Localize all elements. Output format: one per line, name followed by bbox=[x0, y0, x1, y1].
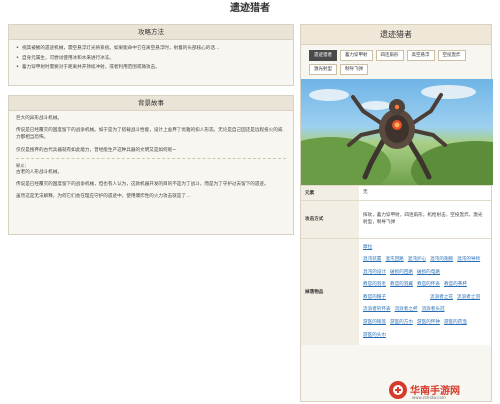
element-label: 元素 bbox=[301, 185, 359, 200]
story-paragraph: 巨大的异形战斗机械。 bbox=[16, 116, 62, 121]
drop-link[interactable]: 流浪者之羽 bbox=[457, 292, 480, 305]
strategy-item: 蓄力穿甲射时需要对于距离并开持续冲射，或者利用范围或微攻击。 bbox=[16, 63, 286, 73]
story-panel: 背景故事 巨大的异形战斗机械。 传说是已经覆灭的国度留下的战争机械。如于是为了搭… bbox=[8, 95, 294, 235]
drop-link[interactable]: 游医的头巾 bbox=[363, 330, 386, 343]
story-paragraph: 仅仅是搜弃的古代兵器就有如此能力，曾经能生产这种兵器的文明又是如何呢~ bbox=[16, 147, 177, 153]
info-title: 遗迹猎者 bbox=[301, 25, 491, 45]
tab-hover[interactable]: 高空悬浮 bbox=[406, 50, 435, 61]
drop-link[interactable]: 流浪者之花 bbox=[430, 292, 453, 305]
drops-list: 摩拉 混沌装置 混沌回路 混沌炉心 混沌的翅膀 混沌的导师 混沌的设计 破损的回… bbox=[363, 242, 487, 343]
drop-link[interactable]: 混沌回路 bbox=[385, 254, 403, 267]
note-label: 释义： bbox=[16, 162, 29, 168]
attack-value: 挥砍，蓄力穿甲射，四连扇形，机枪射击，空投轰炸，激光射型，制导飞弹 bbox=[359, 199, 491, 238]
drop-link[interactable]: 教官的羽毛 bbox=[363, 279, 386, 292]
tab-charged-shot[interactable]: 蓄力穿甲射 bbox=[340, 50, 373, 61]
drop-link[interactable]: 教官的羽翼 bbox=[390, 279, 413, 292]
drop-link[interactable]: 游医的银莲 bbox=[363, 317, 386, 330]
tab-missile[interactable]: 制导飞弹 bbox=[340, 64, 368, 75]
note-text: 古老的人形战斗机械。 bbox=[16, 170, 62, 176]
drop-link[interactable]: 教官的茶杯 bbox=[444, 279, 467, 292]
tab-ruin-hunter[interactable]: 遗迹猎者 bbox=[309, 50, 337, 61]
divider bbox=[16, 157, 286, 159]
ruin-hunter-illustration bbox=[347, 93, 447, 180]
watermark-url: www.zshidw.com bbox=[412, 395, 446, 400]
site-watermark: 华南手游网 www.zshidw.com bbox=[388, 378, 498, 402]
strategy-panel: 攻略方法 视其被摧的遗迹机械，需空悬浮灯光将系统。如果能命中它在离空悬浮时，射着… bbox=[8, 24, 294, 86]
drop-link[interactable]: 流浪者头冠 bbox=[422, 304, 445, 317]
tab-laser[interactable]: 激光射型 bbox=[309, 64, 337, 75]
tab-air-bomb[interactable]: 空投轰炸 bbox=[437, 50, 466, 61]
drop-link[interactable]: 教官的帽子 bbox=[363, 292, 386, 305]
drop-link[interactable]: 流浪者之杯 bbox=[395, 304, 418, 317]
strategy-heading: 攻略方法 bbox=[9, 25, 293, 40]
drop-link[interactable]: 混沌的设计 bbox=[363, 267, 386, 280]
story-paragraph: 虽然这是无法解释，为何它们会在理应守护的遗迹中，使用爆炸性的火力攻击就是了… bbox=[16, 194, 191, 200]
drop-link[interactable]: 教官的怀表 bbox=[417, 279, 440, 292]
drop-link[interactable]: 混沌的翅膀 bbox=[430, 254, 453, 267]
strategy-item: 视其被摧的遗迹机械，需空悬浮灯光将系统。如果能命中它在离空悬浮时，射着的头部核心… bbox=[16, 44, 286, 54]
drop-link[interactable]: 游医的方巾 bbox=[390, 317, 413, 330]
attack-label: 攻击方式 bbox=[301, 199, 359, 238]
strategy-list: 视其被摧的遗迹机械，需空悬浮灯光将系统。如果能命中它在离空悬浮时，射着的头部核心… bbox=[16, 44, 286, 73]
drop-link[interactable]: 摩拉 bbox=[363, 242, 487, 255]
drop-link[interactable]: 游医的怀钟 bbox=[417, 317, 440, 330]
tab-fan-shot[interactable]: 四连扇形 bbox=[375, 50, 404, 61]
drop-link[interactable]: 混沌装置 bbox=[363, 254, 381, 267]
enemy-screenshot bbox=[301, 79, 493, 185]
enemy-info-card: 遗迹猎者 遗迹猎者 蓄力穿甲射 四连扇形 高空悬浮 空投轰炸 激光射型 制导飞弹 bbox=[300, 24, 493, 402]
story-paragraph: 传说是已经覆灭的国度留下的战争机械，但也有人认为，这款机器开发的目的不是为了战斗… bbox=[16, 182, 269, 188]
element-value: 无 bbox=[359, 185, 491, 200]
strategy-item: 自身元属生，可尝试使用冰和水来进行冰冻。 bbox=[16, 54, 286, 64]
drop-link[interactable]: 破损的电路 bbox=[417, 267, 440, 280]
drop-link[interactable]: 流浪者的怀表 bbox=[363, 304, 391, 317]
story-paragraph: 传说是已经覆灭的国度留下的战争机械。如于是为了搭载战斗性能，设计上舍弃了优雅的扣… bbox=[16, 128, 283, 141]
drops-label: 掉落物品 bbox=[301, 237, 359, 346]
story-heading: 背景故事 bbox=[9, 96, 293, 111]
drop-link[interactable]: 混沌的导师 bbox=[457, 254, 480, 267]
watermark-logo-icon bbox=[389, 381, 407, 399]
attribute-table: 元素 无 攻击方式 挥砍，蓄力穿甲射，四连扇形，机枪射击，空投轰炸，激光射型，制… bbox=[301, 185, 491, 346]
skill-tabs: 遗迹猎者 蓄力穿甲射 四连扇形 高空悬浮 空投轰炸 激光射型 制导飞弹 bbox=[301, 45, 491, 79]
drop-link[interactable]: 破损的回路 bbox=[390, 267, 413, 280]
page-title: 遗迹猎者 bbox=[230, 3, 270, 14]
drop-link[interactable]: 混沌炉心 bbox=[408, 254, 426, 267]
drop-link[interactable]: 游医的药壶 bbox=[444, 317, 467, 330]
